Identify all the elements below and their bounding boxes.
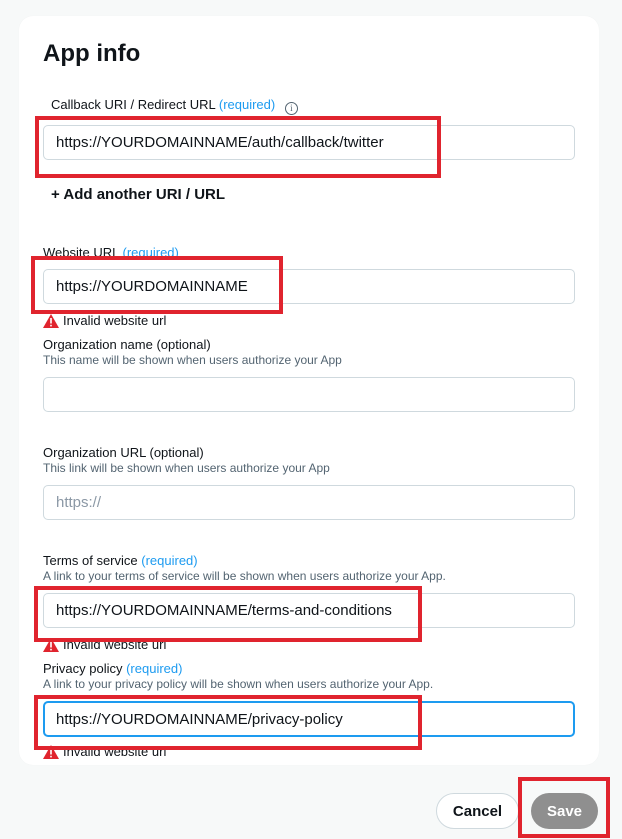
terms-help: A link to your terms of service will be …: [43, 569, 446, 583]
app-info-card: App info Callback URI / Redirect URL (re…: [19, 16, 599, 765]
org-url-label: Organization URL (optional): [43, 445, 204, 460]
org-url-field[interactable]: [43, 485, 575, 520]
required-tag: (required): [122, 245, 179, 260]
privacy-label: Privacy policy (required): [43, 661, 182, 676]
callback-url-field[interactable]: [43, 125, 575, 160]
org-url-label-text: Organization URL: [43, 445, 146, 460]
org-name-label-text: Organization name: [43, 337, 153, 352]
website-label-text: Website URL: [43, 245, 119, 260]
org-url-input[interactable]: [44, 486, 574, 519]
error-text: Invalid website url: [63, 313, 167, 328]
warning-icon: [43, 313, 59, 328]
website-url-field[interactable]: [43, 269, 575, 304]
optional-tag: (optional): [149, 445, 204, 460]
terms-label: Terms of service (required): [43, 553, 198, 568]
terms-url-input[interactable]: [44, 594, 574, 627]
callback-url-input[interactable]: [44, 126, 574, 159]
warning-icon: [43, 637, 59, 652]
info-icon[interactable]: i: [284, 102, 298, 115]
website-error: Invalid website url: [43, 313, 166, 328]
org-name-help: This name will be shown when users autho…: [43, 353, 342, 367]
privacy-url-field[interactable]: [43, 701, 575, 737]
error-text: Invalid website url: [63, 744, 167, 759]
privacy-label-text: Privacy policy: [43, 661, 123, 676]
callback-label-text: Callback URI / Redirect URL: [51, 97, 216, 112]
required-tag: (required): [218, 97, 276, 112]
optional-tag: (optional): [156, 337, 211, 352]
org-name-label: Organization name (optional): [43, 337, 211, 352]
website-label: Website URL (required): [43, 245, 179, 260]
cancel-button[interactable]: Cancel: [436, 793, 519, 829]
required-tag: (required): [141, 553, 198, 568]
org-url-help: This link will be shown when users autho…: [43, 461, 330, 475]
warning-icon: [43, 744, 59, 759]
privacy-error: Invalid website url: [43, 744, 166, 759]
page-title: App info: [43, 40, 141, 67]
org-name-field[interactable]: [43, 377, 575, 412]
terms-label-text: Terms of service: [43, 553, 138, 568]
required-tag: (required): [126, 661, 183, 676]
add-another-uri-button[interactable]: + Add another URI / URL: [51, 186, 225, 203]
save-button[interactable]: Save: [531, 793, 598, 829]
org-name-input[interactable]: [44, 378, 574, 411]
privacy-url-input[interactable]: [45, 703, 573, 735]
website-url-input[interactable]: [44, 270, 574, 303]
terms-error: Invalid website url: [43, 637, 166, 652]
terms-url-field[interactable]: [43, 593, 575, 628]
callback-label: Callback URI / Redirect URL (required) i: [51, 97, 298, 115]
error-text: Invalid website url: [63, 637, 167, 652]
privacy-help: A link to your privacy policy will be sh…: [43, 677, 434, 691]
